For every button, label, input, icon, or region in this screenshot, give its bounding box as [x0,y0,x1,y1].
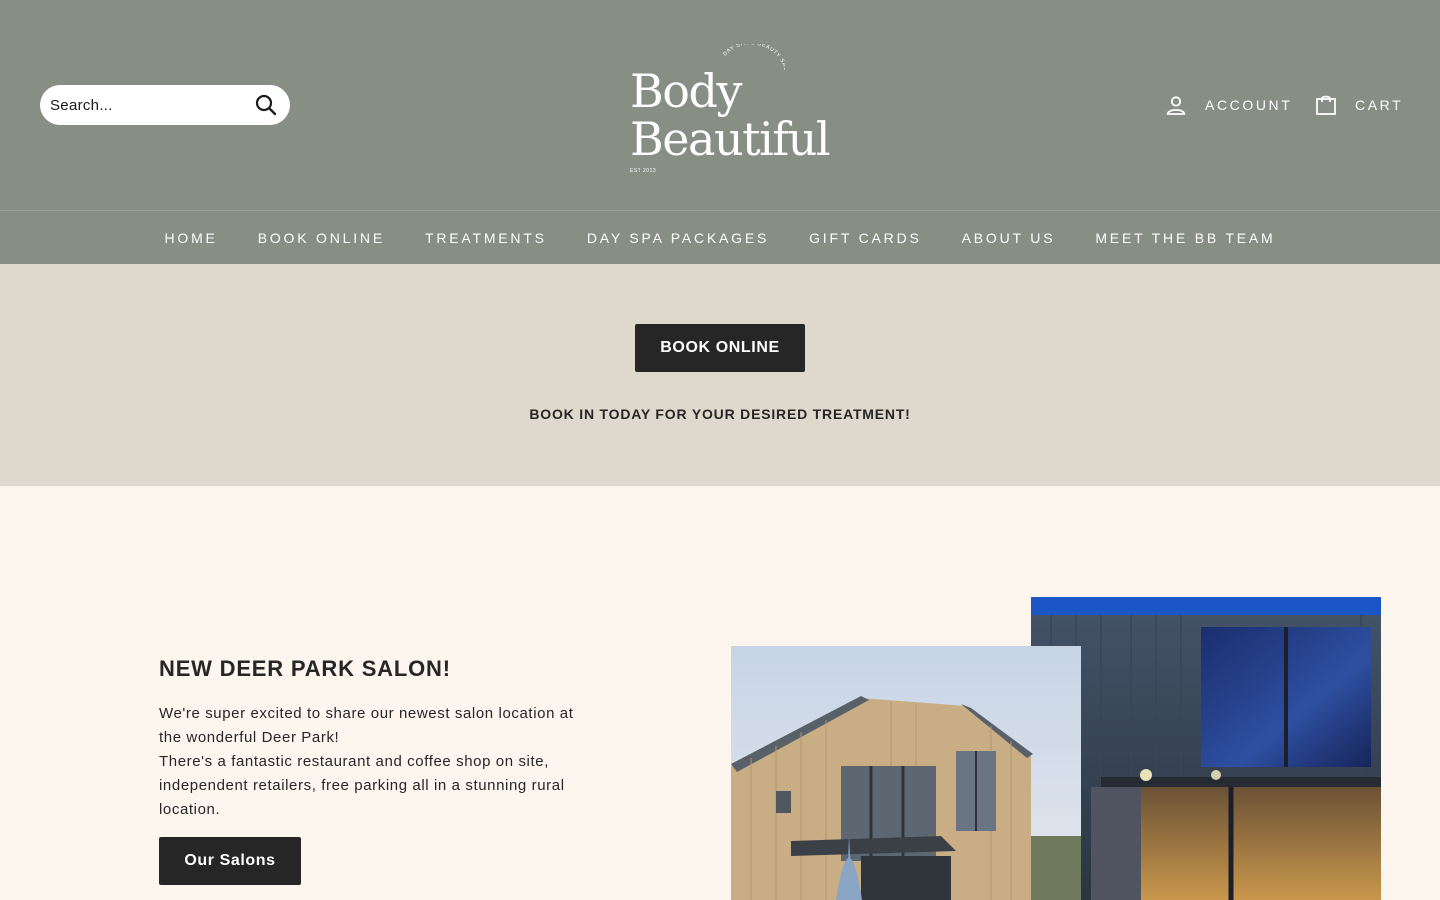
main-nav: HOME BOOK ONLINE TREATMENTS DAY SPA PACK… [0,210,1440,264]
feature-description: We're super excited to share our newest … [159,702,589,822]
search-input[interactable]: Search... [40,85,290,125]
site-header: Search... DAY SPA & BEAUTY SALON Body Be… [0,0,1440,210]
cart-link[interactable]: CART [1314,92,1403,118]
feature-title: NEW DEER PARK SALON! [159,656,451,681]
search-icon[interactable] [254,93,278,117]
book-online-button[interactable]: BOOK ONLINE [635,324,805,372]
nav-item-treatments[interactable]: TREATMENTS [405,230,567,246]
booking-banner: BOOK ONLINE BOOK IN TODAY FOR YOUR DESIR… [0,264,1440,486]
nav-item-gift-cards[interactable]: GIFT CARDS [789,230,942,246]
nav-item-meet-the-team[interactable]: MEET THE BB TEAM [1075,230,1295,246]
nav-item-about-us[interactable]: ABOUT US [942,230,1076,246]
site-logo[interactable]: DAY SPA & BEAUTY SALON Body Beautiful ES… [620,44,831,180]
feature-text-line-2: There's a fantastic restaurant and coffe… [159,753,565,818]
feature-text-line-1: We're super excited to share our newest … [159,705,574,746]
salon-photo-dusk [1031,597,1381,900]
search-placeholder: Search... [50,96,113,114]
cart-label: CART [1355,97,1404,113]
nav-item-home[interactable]: HOME [144,230,237,246]
our-salons-button[interactable]: Our Salons [159,837,301,885]
account-label: ACCOUNT [1205,97,1293,113]
account-link[interactable]: ACCOUNT [1164,92,1292,118]
logo-est: EST 2013 [630,168,657,174]
salon-photo-day [731,646,1081,900]
logo-line-2: Beautiful [630,112,831,166]
logo-line-1: Body [630,64,742,118]
nav-item-book-online[interactable]: BOOK ONLINE [238,230,405,246]
shopping-bag-icon [1316,95,1336,115]
nav-item-day-spa-packages[interactable]: DAY SPA PACKAGES [567,230,789,246]
booking-subtitle: BOOK IN TODAY FOR YOUR DESIRED TREATMENT… [529,406,911,422]
user-icon [1166,96,1186,115]
